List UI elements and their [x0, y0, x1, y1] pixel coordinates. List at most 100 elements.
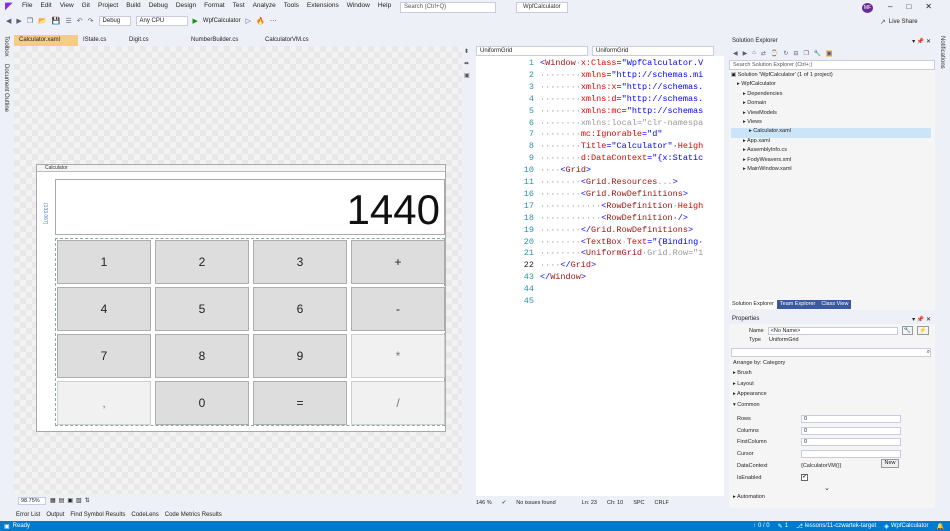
code-line[interactable]: ············<RowDefinition·/>	[540, 213, 688, 223]
artboard-icon[interactable]: ▣	[67, 497, 73, 504]
pin-icon[interactable]: ▾ 📌 ✕	[912, 38, 931, 45]
key-button[interactable]: 5	[155, 287, 249, 331]
tree-item[interactable]: ▸ AssemblyInfo.cs	[731, 147, 931, 156]
property-input[interactable]: 0	[801, 426, 901, 435]
swap-panes-icon[interactable]: ⇅	[85, 497, 90, 504]
automation-category[interactable]: ▸ Automation	[733, 494, 765, 500]
properties-icon[interactable]: 🔧	[814, 50, 821, 57]
lightning-icon[interactable]: ⚡	[917, 326, 929, 335]
key-button[interactable]: +	[351, 240, 445, 284]
code-line[interactable]: <Window·x:Class="WpfCalculator.V	[540, 58, 703, 68]
menu-item-git[interactable]: Git	[82, 2, 90, 9]
keypad-uniformgrid[interactable]: 1 2 3 +4 5 6- 7 8 9 *, 0 = /	[55, 238, 445, 426]
show-all-files-icon[interactable]: ❐	[803, 50, 808, 57]
undo-icon[interactable]: ↶	[77, 17, 83, 25]
tab-istate-cs[interactable]: IState.cs	[78, 35, 124, 46]
menu-item-tools[interactable]: Tools	[284, 2, 299, 9]
code-line[interactable]: ····</Grid>	[540, 260, 596, 270]
effects-icon[interactable]: ▧	[76, 497, 82, 504]
notifications-tab[interactable]: Notifications	[939, 36, 945, 69]
name-field[interactable]: <No Name>	[767, 326, 898, 335]
redo-icon[interactable]: ↷	[88, 17, 94, 25]
code-line[interactable]: ········d:DataContext="{x:Static	[540, 153, 703, 163]
menu-item-design[interactable]: Design	[176, 2, 196, 9]
avatar[interactable]: MF	[862, 3, 873, 13]
tree-item[interactable]: ▸ Calculator.xaml	[731, 128, 931, 138]
code-line[interactable]: ········<UniformGrid·Grid.Row="1	[540, 248, 703, 258]
new-item-icon[interactable]: ❐	[27, 17, 33, 25]
category-layout[interactable]: ▸ Layout	[733, 381, 933, 392]
key-button[interactable]: *	[351, 334, 445, 378]
collapse-pane-icon[interactable]: ▣	[464, 72, 470, 79]
forward-icon[interactable]: ▶	[743, 50, 748, 57]
tab-solution-explorer[interactable]: Solution Explorer	[729, 300, 777, 309]
sync-icon[interactable]: ↻	[783, 50, 788, 57]
key-button[interactable]: 8	[155, 334, 249, 378]
notifications-bell-icon[interactable]: 🔔	[937, 523, 944, 530]
tab-class-view[interactable]: Class View	[818, 300, 852, 309]
menu-item-analyze[interactable]: Analyze	[253, 2, 276, 9]
start-button[interactable]: WpfCalculator	[203, 18, 241, 24]
maximize-icon[interactable]: □	[906, 2, 911, 11]
code-line[interactable]: ········<Grid.Resources...>	[540, 177, 678, 187]
key-button[interactable]: 7	[57, 334, 151, 378]
close-icon[interactable]: ✕	[925, 2, 932, 11]
tab-calculator-xaml[interactable]: Calculator.xaml	[14, 35, 78, 46]
tab-team-explorer[interactable]: Team Explorer	[776, 300, 819, 309]
code-line[interactable]: ········xmlns:mc="http://schemas	[540, 106, 703, 116]
menu-item-extensions[interactable]: Extensions	[307, 2, 339, 9]
back-icon[interactable]: ◀	[733, 50, 738, 57]
tree-item[interactable]: ▸ Dependencies	[731, 91, 931, 100]
tree-item[interactable]: ▣ Solution 'WpfCalculator' (1 of 1 proje…	[731, 72, 931, 81]
tab-calculatorvm-cs[interactable]: CalculatorVM.cs	[260, 35, 330, 46]
code-line[interactable]: ········Title="Calculator"·Heigh	[540, 141, 703, 151]
key-button[interactable]: /	[351, 381, 445, 425]
code-line[interactable]: ········<Grid.RowDefinitions>	[540, 189, 688, 199]
tab-find-symbol-results[interactable]: Find Symbol Results	[70, 512, 125, 518]
menu-item-format[interactable]: Format	[204, 2, 225, 9]
new-button[interactable]: New	[881, 459, 899, 468]
arrange-by-dropdown[interactable]: Arrange by: Category	[733, 360, 785, 366]
git-repo[interactable]: WpfCalculator	[891, 523, 929, 529]
back-icon[interactable]: ◀	[6, 17, 11, 25]
expand-chevron-icon[interactable]: ⌄	[824, 484, 830, 492]
menu-item-project[interactable]: Project	[98, 2, 118, 9]
code-line[interactable]: ········xmlns="http://schemas.mi	[540, 70, 703, 80]
save-all-icon[interactable]: ☰	[66, 17, 72, 25]
menu-item-window[interactable]: Window	[347, 2, 370, 9]
menu-item-edit[interactable]: Edit	[40, 2, 51, 9]
pending-changes-icon[interactable]: ⌚	[771, 50, 778, 57]
menu-item-help[interactable]: Help	[378, 2, 391, 9]
category-appearance[interactable]: ▸ Appearance	[733, 391, 933, 402]
key-button[interactable]: 0	[155, 381, 249, 425]
git-branch[interactable]: lessons/11-czwartek-target	[805, 523, 876, 529]
snap-icon[interactable]: ▤	[59, 497, 65, 504]
menu-item-debug[interactable]: Debug	[149, 2, 168, 9]
tree-item[interactable]: ▸ MainWindow.xaml	[731, 166, 931, 175]
live-share-button[interactable]: ↗ Live Share	[880, 18, 918, 26]
minimize-icon[interactable]: –	[888, 2, 892, 11]
property-input[interactable]: 0	[801, 438, 901, 447]
menu-item-view[interactable]: View	[60, 2, 74, 9]
property-input[interactable]: 0	[801, 414, 901, 423]
tab-error-list[interactable]: Error List	[16, 512, 40, 518]
key-button[interactable]: 6	[253, 287, 347, 331]
property-search-input[interactable]: ⌕	[731, 348, 931, 357]
hot-reload-icon[interactable]: 🔥	[256, 17, 265, 25]
tree-item[interactable]: ▸ Domain	[731, 100, 931, 109]
toolbar-more-icon[interactable]: ⋯	[270, 17, 277, 25]
home-icon[interactable]: ⌂	[752, 50, 756, 56]
menu-item-test[interactable]: Test	[233, 2, 245, 9]
editor-zoom[interactable]: 146 %	[476, 500, 492, 506]
key-button[interactable]: 4	[57, 287, 151, 331]
code-line[interactable]: ········xmlns:x="http://schemas.	[540, 82, 703, 92]
property-input[interactable]	[801, 450, 901, 459]
switch-views-icon[interactable]: ⇄	[761, 50, 766, 57]
key-button[interactable]: 1	[57, 240, 151, 284]
preview-icon[interactable]: ▣	[826, 49, 832, 57]
start-icon[interactable]: ▶	[193, 17, 198, 25]
split-horizontal-icon[interactable]: ⬌	[464, 60, 469, 67]
xaml-code-editor[interactable]: 1 2 3 4 5 6 7 8 9 10 11 16 17 18 19 20 21 22 43 44 45 <Windo…	[476, 56, 724, 496]
code-line[interactable]: ····<Grid>	[540, 165, 591, 175]
issues-status[interactable]: No issues found	[516, 500, 555, 506]
